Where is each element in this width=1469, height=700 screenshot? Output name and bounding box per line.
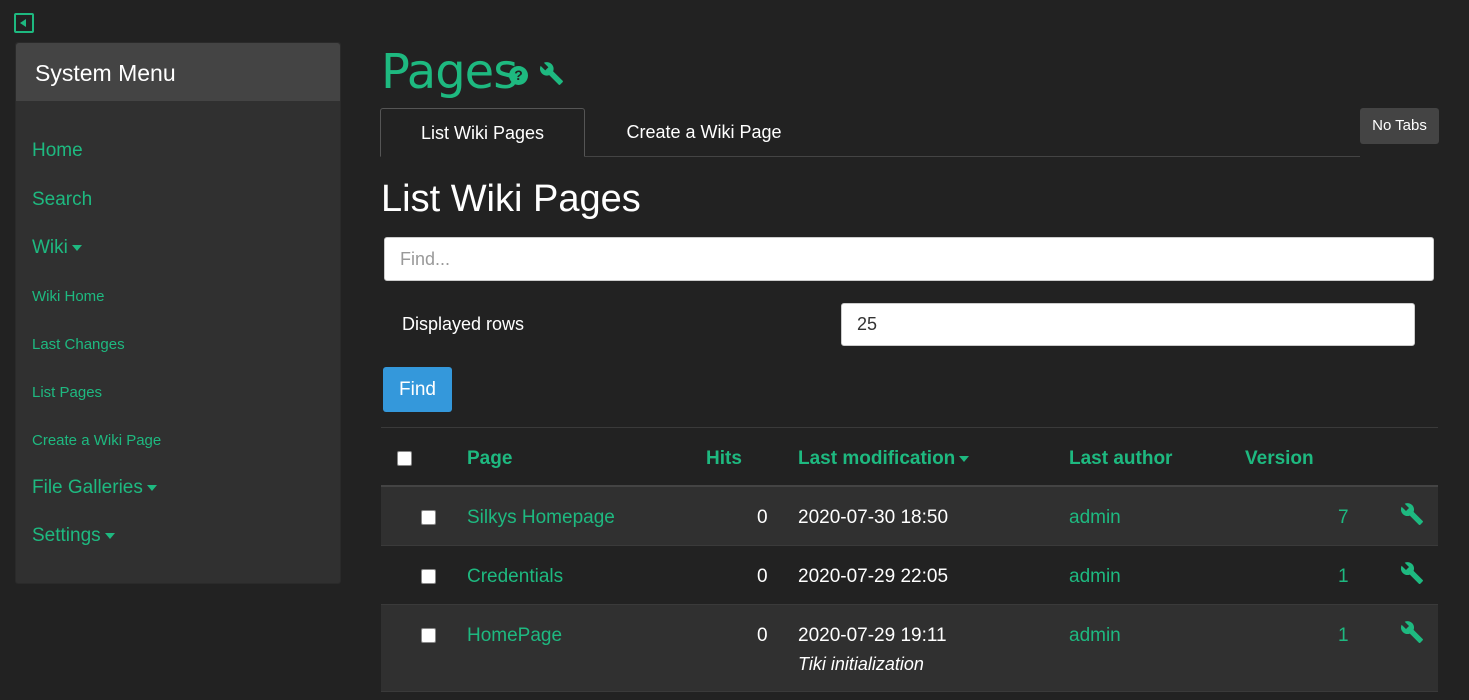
sidebar-toggle-icon[interactable] (14, 13, 34, 33)
help-icon[interactable]: ? (509, 66, 528, 85)
author-link[interactable]: admin (1069, 507, 1121, 529)
hits-value: 0 (757, 566, 768, 587)
page-description: Tiki initialization (798, 654, 924, 674)
system-menu-title: System Menu (16, 43, 340, 101)
version-link[interactable]: 1 (1338, 625, 1349, 647)
displayed-rows-input[interactable] (841, 303, 1415, 346)
table-row: Credentials 0 2020-07-29 22:05 admin 1 (381, 546, 1438, 605)
menu-item-settings[interactable]: Settings (32, 525, 115, 547)
row-checkbox[interactable] (421, 510, 436, 525)
select-all-checkbox[interactable] (397, 451, 412, 466)
column-header-last-author[interactable]: Last author (1069, 448, 1172, 470)
section-title: List Wiki Pages (381, 178, 641, 220)
menu-item-list-pages[interactable]: List Pages (32, 384, 102, 401)
column-header-page[interactable]: Page (467, 448, 512, 470)
wrench-icon[interactable] (1400, 502, 1424, 526)
caret-down-icon (104, 532, 115, 539)
version-link[interactable]: 1 (1338, 566, 1349, 588)
version-link[interactable]: 7 (1338, 507, 1349, 529)
page-link[interactable]: HomePage (467, 625, 562, 647)
last-modification-value: 2020-07-29 19:11 (798, 625, 947, 646)
column-header-version[interactable]: Version (1245, 448, 1314, 470)
table-header: Page Hits Last modification Last author … (381, 427, 1438, 487)
hits-value: 0 (757, 625, 768, 646)
sort-caret-icon (959, 455, 970, 462)
last-modification-value: 2020-07-29 22:05 (798, 566, 949, 587)
tab-list-wiki-pages[interactable]: List Wiki Pages (380, 108, 585, 157)
page-link[interactable]: Silkys Homepage (467, 507, 615, 529)
table-row: HomePage 0 2020-07-29 19:11 Tiki initial… (381, 605, 1438, 692)
menu-item-wiki-home[interactable]: Wiki Home (32, 288, 105, 305)
page-title: Pages (381, 44, 518, 100)
last-modification-value: 2020-07-30 18:50 (798, 507, 949, 528)
column-header-hits[interactable]: Hits (706, 448, 742, 470)
find-button[interactable]: Find (383, 367, 452, 412)
author-link[interactable]: admin (1069, 625, 1121, 647)
displayed-rows-label: Displayed rows (402, 314, 525, 334)
caret-down-icon (146, 484, 157, 491)
caret-down-icon (71, 244, 82, 251)
no-tabs-button[interactable]: No Tabs (1360, 108, 1439, 144)
menu-item-home[interactable]: Home (32, 140, 83, 162)
menu-item-last-changes[interactable]: Last Changes (32, 336, 125, 353)
page-link[interactable]: Credentials (467, 566, 563, 588)
author-link[interactable]: admin (1069, 566, 1121, 588)
row-checkbox[interactable] (421, 628, 436, 643)
hits-value: 0 (757, 507, 768, 528)
menu-item-wiki[interactable]: Wiki (32, 237, 82, 259)
wrench-icon[interactable] (1400, 620, 1424, 644)
menu-item-search[interactable]: Search (32, 189, 92, 211)
table-row: Silkys Homepage 0 2020-07-30 18:50 admin… (381, 487, 1438, 546)
wrench-icon[interactable] (539, 61, 564, 86)
system-menu: System Menu Home Search Wiki Wiki Home L… (15, 42, 341, 584)
column-header-last-modification[interactable]: Last modification (798, 448, 970, 470)
menu-item-wiki-label: Wiki (32, 237, 68, 258)
menu-item-create-wiki-page[interactable]: Create a Wiki Page (32, 432, 161, 449)
row-checkbox[interactable] (421, 569, 436, 584)
wiki-pages-table: Page Hits Last modification Last author … (381, 427, 1438, 692)
wrench-icon[interactable] (1400, 561, 1424, 585)
find-input[interactable] (384, 237, 1434, 281)
menu-item-file-galleries-label: File Galleries (32, 477, 143, 498)
menu-item-file-galleries[interactable]: File Galleries (32, 477, 157, 499)
menu-item-settings-label: Settings (32, 525, 101, 546)
tab-create-wiki-page[interactable]: Create a Wiki Page (600, 108, 808, 157)
column-header-last-modification-label: Last modification (798, 448, 956, 469)
